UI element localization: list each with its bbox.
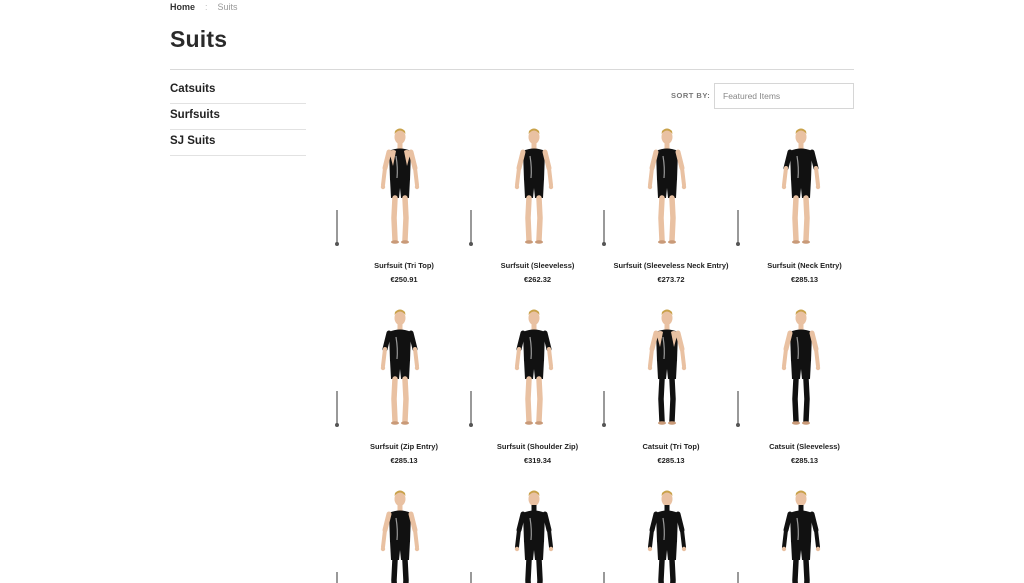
product-image[interactable] [735,480,868,583]
product-image[interactable] [601,299,734,431]
product-image[interactable] [334,118,467,250]
product-card[interactable]: Surfsuit (Sleeveless) €262.32 [468,118,602,299]
product-name[interactable]: Catsuit (Tri Top) [601,442,741,451]
sidebar-item-sj-suits[interactable]: SJ Suits [170,130,306,156]
product-name[interactable]: Surfsuit (Sleeveless) [468,261,608,270]
breadcrumb-separator: : [205,2,208,12]
product-grid: Surfsuit (Tri Top) €250.91 Surfsuit (Sleev… [334,118,869,583]
product-price: €262.32 [523,275,552,284]
product-price: €285.13 [790,456,819,465]
breadcrumb-current: Suits [217,2,238,12]
product-image[interactable] [334,299,467,431]
product-price: €273.72 [657,275,685,284]
product-price: €319.34 [523,456,552,465]
product-name[interactable]: Surfsuit (Neck Entry) [735,261,875,270]
category-sidebar: Catsuits Surfsuits SJ Suits [170,78,306,156]
product-card[interactable] [468,480,602,583]
product-card[interactable]: Surfsuit (Sleeveless Neck Entry) €273.72 [601,118,735,299]
sidebar-item-surfsuits[interactable]: Surfsuits [170,104,306,130]
product-name[interactable]: Surfsuit (Sleeveless Neck Entry) [601,261,741,270]
product-name[interactable]: Surfsuit (Zip Entry) [334,442,474,451]
product-card[interactable]: Surfsuit (Shoulder Zip) €319.34 [468,299,602,480]
product-card[interactable]: Surfsuit (Tri Top) €250.91 [334,118,468,299]
product-image[interactable] [601,480,734,583]
product-name[interactable]: Catsuit (Sleeveless) [735,442,875,451]
product-image[interactable] [735,299,868,431]
product-image[interactable] [601,118,734,250]
product-price: €285.13 [657,456,685,465]
sort-by-select[interactable]: Featured Items [714,83,854,109]
product-name[interactable]: Surfsuit (Tri Top) [334,261,474,270]
breadcrumb-home-link[interactable]: Home [170,2,195,12]
product-card[interactable]: Catsuit (Tri Top) €285.13 [601,299,735,480]
title-divider [170,69,854,70]
product-card[interactable]: Catsuit (Sleeveless) €285.13 [735,299,869,480]
product-card[interactable]: Surfsuit (Zip Entry) €285.13 [334,299,468,480]
product-card[interactable] [334,480,468,583]
product-price: €285.13 [390,456,418,465]
product-price: €250.91 [390,275,418,284]
sort-by-label: SORT BY: [671,91,711,100]
product-card[interactable]: Surfsuit (Neck Entry) €285.13 [735,118,869,299]
product-image[interactable] [468,118,601,250]
page-title: Suits [170,26,228,52]
product-card[interactable] [601,480,735,583]
product-price: €285.13 [790,275,819,284]
product-image[interactable] [735,118,868,250]
breadcrumb: Home : Suits [170,2,238,12]
product-image[interactable] [334,480,467,583]
product-name[interactable]: Surfsuit (Shoulder Zip) [468,442,608,451]
product-card[interactable] [735,480,869,583]
sidebar-item-catsuits[interactable]: Catsuits [170,78,306,104]
product-image[interactable] [468,299,601,431]
product-image[interactable] [468,480,601,583]
